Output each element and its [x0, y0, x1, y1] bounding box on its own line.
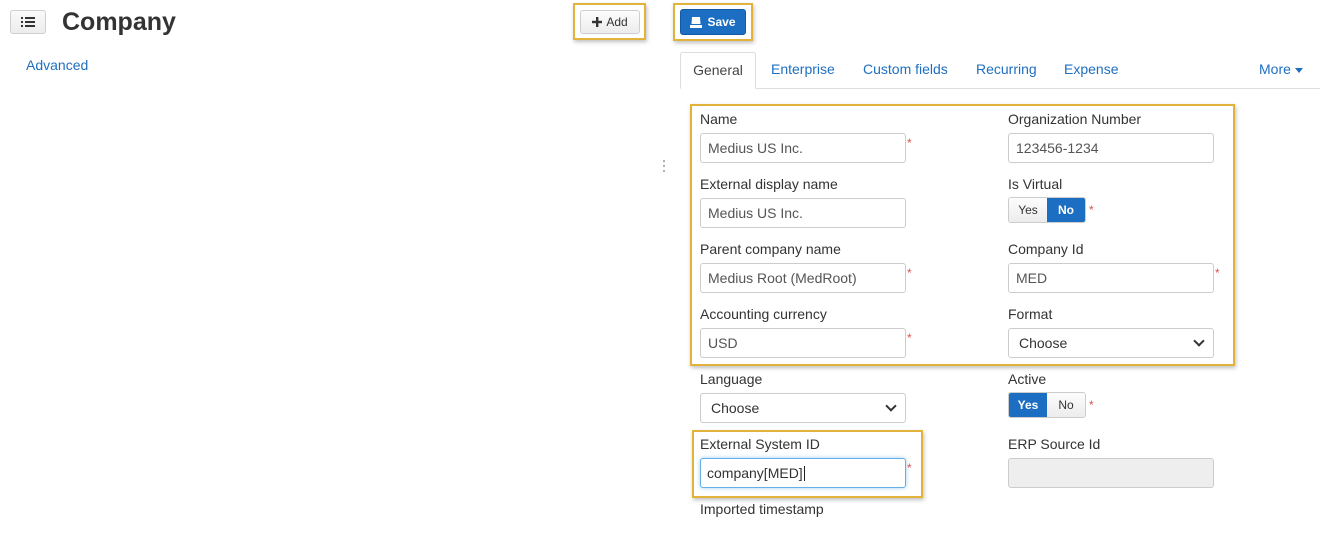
- accounting-currency-label: Accounting currency: [700, 306, 827, 322]
- format-select[interactable]: Choose: [1008, 328, 1214, 358]
- required-marker: *: [1089, 398, 1094, 412]
- accounting-currency-input[interactable]: USD: [700, 328, 906, 358]
- caret-down-icon: [1294, 67, 1303, 73]
- parent-company-label: Parent company name: [700, 241, 841, 257]
- format-label: Format: [1008, 306, 1053, 322]
- tab-more-label: More: [1259, 61, 1291, 77]
- external-system-id-input[interactable]: company[MED]: [700, 458, 906, 488]
- tab-recurring[interactable]: Recurring: [976, 52, 1037, 89]
- active-yes-button[interactable]: Yes: [1009, 393, 1047, 417]
- text-cursor: [803, 466, 805, 481]
- tab-expense[interactable]: Expense: [1064, 52, 1118, 89]
- page-title: Company: [62, 8, 176, 36]
- org-number-label: Organization Number: [1008, 111, 1142, 127]
- list-icon: [21, 17, 35, 27]
- add-button[interactable]: Add: [580, 10, 640, 34]
- active-label: Active: [1008, 371, 1047, 387]
- active-no-button[interactable]: No: [1047, 393, 1085, 417]
- format-select-value: Choose: [1019, 335, 1068, 351]
- is-virtual-toggle: Yes No: [1008, 197, 1086, 223]
- parent-company-input[interactable]: Medius Root (MedRoot): [700, 263, 906, 293]
- erp-source-id-label: ERP Source Id: [1008, 436, 1101, 452]
- tab-general[interactable]: General: [680, 52, 756, 89]
- tab-more[interactable]: More: [1259, 52, 1303, 89]
- external-display-name-label: External display name: [700, 176, 838, 192]
- name-label: Name: [700, 111, 738, 127]
- tab-enterprise[interactable]: Enterprise: [771, 52, 835, 89]
- external-system-id-label: External System ID: [700, 436, 820, 452]
- external-display-name-input[interactable]: Medius US Inc.: [700, 198, 906, 228]
- add-label: Add: [606, 15, 628, 29]
- company-id-input[interactable]: MED: [1008, 263, 1214, 293]
- is-virtual-no-button[interactable]: No: [1047, 198, 1085, 222]
- is-virtual-yes-button[interactable]: Yes: [1009, 198, 1047, 222]
- required-marker: *: [907, 136, 912, 150]
- required-marker: *: [1089, 203, 1094, 217]
- plus-icon: [592, 17, 603, 27]
- erp-source-id-input: [1008, 458, 1214, 488]
- active-toggle: Yes No: [1008, 392, 1086, 418]
- menu-toggle-button[interactable]: [10, 10, 46, 34]
- is-virtual-label: Is Virtual: [1008, 176, 1063, 192]
- company-id-label: Company Id: [1008, 241, 1084, 257]
- language-label: Language: [700, 371, 763, 387]
- advanced-link[interactable]: Advanced: [26, 57, 88, 73]
- org-number-input[interactable]: 123456-1234: [1008, 133, 1214, 163]
- language-select-value: Choose: [711, 400, 760, 416]
- required-marker: *: [907, 331, 912, 345]
- language-select[interactable]: Choose: [700, 393, 906, 423]
- required-marker: *: [907, 266, 912, 280]
- imported-timestamp-label: Imported timestamp: [700, 501, 824, 517]
- chevron-down-icon: [885, 400, 897, 412]
- required-marker: *: [1215, 266, 1220, 280]
- tab-custom-fields[interactable]: Custom fields: [863, 52, 948, 89]
- chevron-down-icon: [1193, 335, 1205, 347]
- save-icon: [690, 16, 703, 28]
- external-system-id-value: company[MED]: [707, 465, 803, 481]
- save-button[interactable]: Save: [680, 9, 746, 35]
- name-input[interactable]: Medius US Inc.: [700, 133, 906, 163]
- required-marker: *: [907, 461, 912, 475]
- save-label: Save: [707, 15, 736, 29]
- panel-splitter-handle[interactable]: [662, 160, 666, 176]
